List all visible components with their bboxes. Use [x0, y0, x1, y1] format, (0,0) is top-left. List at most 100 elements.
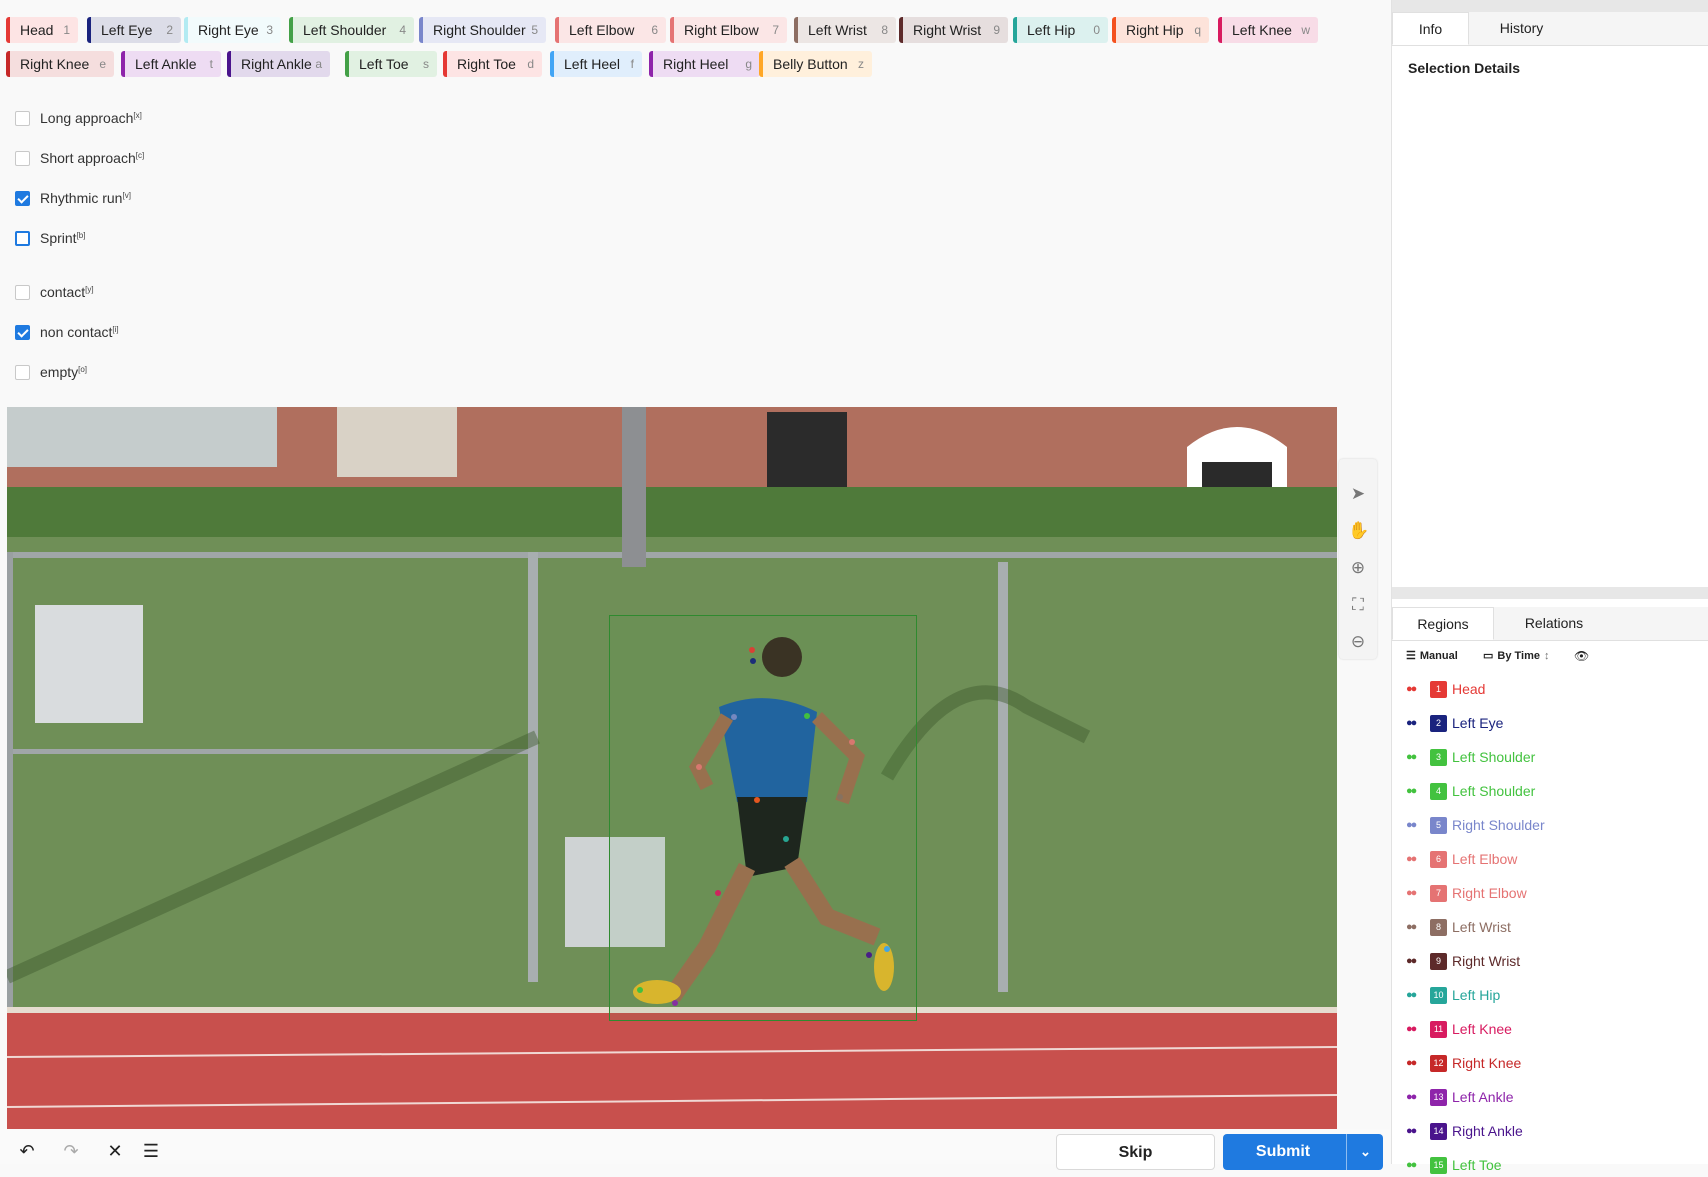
label-chip[interactable]: Right Shoulder 5: [419, 17, 546, 43]
region-item[interactable]: ●● 13 Left Ankle: [1406, 1085, 1514, 1109]
label-chip[interactable]: Left Hip 0: [1013, 17, 1108, 43]
skip-button[interactable]: Skip: [1056, 1134, 1215, 1170]
zoom-out-icon[interactable]: ⊖: [1348, 632, 1368, 652]
bounding-box-region[interactable]: [609, 615, 917, 1021]
settings-icon[interactable]: ☰: [140, 1141, 162, 1162]
keypoint-icon: ●●: [1406, 1023, 1417, 1035]
choice-short-approach[interactable]: Short approach [c]: [15, 148, 144, 168]
label-chip[interactable]: Right Wrist 9: [899, 17, 1008, 43]
submit-dropdown-icon[interactable]: ⌄: [1346, 1134, 1384, 1170]
choice-long-approach[interactable]: Long approach [x]: [15, 108, 142, 128]
keypoint-icon: ●●: [1406, 1125, 1417, 1137]
checkbox[interactable]: [15, 110, 30, 126]
choice-non-contact[interactable]: non contact [i]: [15, 322, 119, 342]
label-chip-hotkey: a: [315, 57, 322, 71]
label-chip-hotkey: w: [1301, 23, 1310, 37]
label-chip-text: Right Elbow: [684, 22, 759, 38]
label-chip[interactable]: Right Elbow 7: [670, 17, 787, 43]
region-number-badge: 3: [1430, 748, 1447, 766]
keypoint-icon: ●●: [1406, 853, 1417, 865]
label-chip[interactable]: Left Wrist 8: [794, 17, 896, 43]
region-item[interactable]: ●● 15 Left Toe: [1406, 1153, 1502, 1177]
label-chip-hotkey: 4: [399, 23, 406, 37]
sort-direction-icon: ↕: [1544, 649, 1550, 662]
region-label: Left Shoulder: [1452, 783, 1536, 799]
region-item[interactable]: ●● 14 Right Ankle: [1406, 1119, 1523, 1143]
region-item[interactable]: ●● 11 Left Knee: [1406, 1017, 1512, 1041]
region-item[interactable]: ●● 8 Left Wrist: [1406, 915, 1511, 939]
region-item[interactable]: ●● 2 Left Eye: [1406, 711, 1503, 735]
label-chip-text: Right Eye: [198, 22, 259, 38]
region-item[interactable]: ●● 3 Left Shoulder: [1406, 745, 1535, 769]
region-item[interactable]: ●● 9 Right Wrist: [1406, 949, 1520, 973]
checkbox[interactable]: [15, 284, 30, 300]
keypoint-icon: ●●: [1406, 921, 1417, 933]
region-item[interactable]: ●● 7 Right Elbow: [1406, 881, 1527, 905]
label-chip[interactable]: Right Toe d: [443, 51, 542, 77]
reset-icon[interactable]: ✕: [104, 1141, 126, 1162]
label-chip-text: Belly Button: [773, 56, 848, 72]
zoom-in-icon[interactable]: ⊕: [1348, 558, 1368, 578]
label-chip[interactable]: Right Eye 3: [184, 17, 281, 43]
label-chip[interactable]: Left Eye 2: [87, 17, 181, 43]
undo-icon[interactable]: ↶: [16, 1141, 38, 1162]
checkbox[interactable]: [15, 190, 30, 206]
label-chip[interactable]: Right Knee e: [6, 51, 114, 77]
pointer-icon[interactable]: ➤: [1348, 484, 1368, 504]
region-item[interactable]: ●● 12 Right Knee: [1406, 1051, 1521, 1075]
tab-relations[interactable]: Relations: [1494, 607, 1614, 640]
right-sidebar: Info History Selection Details Regions R…: [1391, 0, 1708, 1174]
region-number-badge: 13: [1430, 1088, 1447, 1106]
regions-tabs: Regions Relations: [1392, 607, 1708, 641]
label-chip[interactable]: Head 1: [6, 17, 78, 43]
tab-regions[interactable]: Regions: [1392, 607, 1494, 640]
choice-rhythmic-run[interactable]: Rhythmic run [v]: [15, 188, 131, 208]
panel-drag-handle[interactable]: [1392, 0, 1708, 12]
label-chip-text: Right Ankle: [241, 56, 312, 72]
label-chip-hotkey: 5: [531, 23, 538, 37]
region-item[interactable]: ●● 10 Left Hip: [1406, 983, 1500, 1007]
label-chip-hotkey: s: [423, 57, 429, 71]
label-chip-text: Right Wrist: [913, 22, 982, 38]
region-number-badge: 10: [1430, 986, 1447, 1004]
submit-button[interactable]: Submit ⌄: [1223, 1134, 1383, 1170]
checkbox[interactable]: [15, 150, 30, 166]
checkbox[interactable]: [15, 230, 30, 246]
choice-hotkey: [o]: [78, 364, 88, 374]
region-item[interactable]: ●● 6 Left Elbow: [1406, 847, 1517, 871]
eye-icon[interactable]: 👁: [1574, 649, 1589, 663]
label-chip[interactable]: Left Ankle t: [121, 51, 221, 77]
label-chip[interactable]: Right Hip q: [1112, 17, 1209, 43]
choice-contact[interactable]: contact [y]: [15, 282, 94, 302]
label-chip-hotkey: 0: [1093, 23, 1100, 37]
sort-manual-button[interactable]: ☰ Manual: [1406, 649, 1458, 663]
label-chip[interactable]: Belly Button z: [759, 51, 872, 77]
label-chip[interactable]: Left Heel f: [550, 51, 642, 77]
choice-empty[interactable]: empty [o]: [15, 362, 87, 382]
tab-info[interactable]: Info: [1392, 12, 1469, 45]
label-chip[interactable]: Left Knee w: [1218, 17, 1318, 43]
checkbox[interactable]: [15, 324, 30, 340]
label-chip[interactable]: Left Elbow 6: [555, 17, 666, 43]
submit-label: Submit: [1255, 1143, 1311, 1160]
choice-sprint[interactable]: Sprint [b]: [15, 228, 85, 248]
label-chip[interactable]: Right Ankle a: [227, 51, 330, 77]
redo-icon[interactable]: ↷: [60, 1141, 82, 1162]
region-item[interactable]: ●● 1 Head: [1406, 677, 1485, 701]
tab-history[interactable]: History: [1469, 12, 1574, 45]
label-chip[interactable]: Left Shoulder 4: [289, 17, 414, 43]
fit-to-screen-icon[interactable]: ⛶: [1348, 595, 1368, 615]
choice-label: empty: [40, 364, 79, 380]
image-canvas[interactable]: [7, 407, 1337, 1129]
label-chip[interactable]: Right Heel g: [649, 51, 760, 77]
checkbox[interactable]: [15, 364, 30, 380]
hand-icon[interactable]: ✋: [1348, 521, 1369, 541]
order-by-time-button[interactable]: ▭ By Time ↕: [1483, 649, 1550, 663]
label-chip[interactable]: Left Toe s: [345, 51, 437, 77]
choice-hotkey: [i]: [112, 324, 119, 334]
selection-details-heading: Selection Details: [1408, 60, 1521, 76]
panel-drag-handle[interactable]: [1392, 587, 1708, 599]
region-item[interactable]: ●● 4 Left Shoulder: [1406, 779, 1535, 803]
region-item[interactable]: ●● 5 Right Shoulder: [1406, 813, 1545, 837]
label-chip-hotkey: 1: [63, 23, 70, 37]
